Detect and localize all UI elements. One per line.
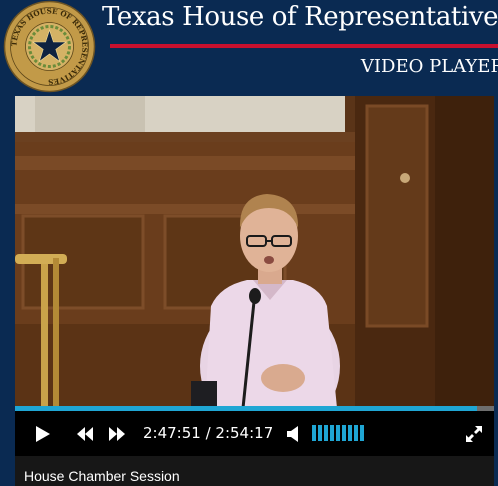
time-display: 2:47:51 / 2:54:17: [143, 424, 274, 442]
volume-level-bar: [324, 425, 328, 441]
fast-forward-icon: [109, 426, 125, 441]
video-caption: House Chamber Session: [24, 468, 180, 484]
fast-forward-button[interactable]: [105, 411, 129, 456]
video-player[interactable]: 2:47:51 / 2:54:17: [15, 96, 494, 456]
volume-level-bar: [330, 425, 334, 441]
fullscreen-icon: [466, 425, 482, 442]
page-subtitle: VIDEO PLAYER: [360, 56, 498, 77]
video-frame[interactable]: [15, 96, 494, 408]
volume-level-bar: [360, 425, 364, 441]
volume-level-bar: [318, 425, 322, 441]
rewind-button[interactable]: [73, 411, 97, 456]
volume-icon: [287, 425, 298, 442]
site-title: Texas House of Representatives: [102, 2, 498, 32]
mute-button[interactable]: [283, 411, 303, 456]
volume-level-bar: [336, 425, 340, 441]
volume-level-bar: [354, 425, 358, 441]
volume-level-bar: [342, 425, 346, 441]
play-icon: [36, 425, 50, 442]
control-bar: 2:47:51 / 2:54:17: [15, 411, 494, 456]
volume-level-bar: [312, 425, 316, 441]
caption-bar: House Chamber Session: [15, 456, 494, 486]
volume-level-bar: [348, 425, 352, 441]
volume-slider[interactable]: [312, 425, 364, 441]
seal-icon: TEXAS HOUSE OF REPRESENTATIVES: [3, 0, 96, 93]
fullscreen-button[interactable]: [462, 411, 486, 456]
site-header: TEXAS HOUSE OF REPRESENTATIVES Texas Hou…: [0, 0, 498, 96]
rewind-icon: [77, 426, 93, 441]
title-divider: [110, 44, 498, 48]
play-button[interactable]: [29, 411, 57, 456]
